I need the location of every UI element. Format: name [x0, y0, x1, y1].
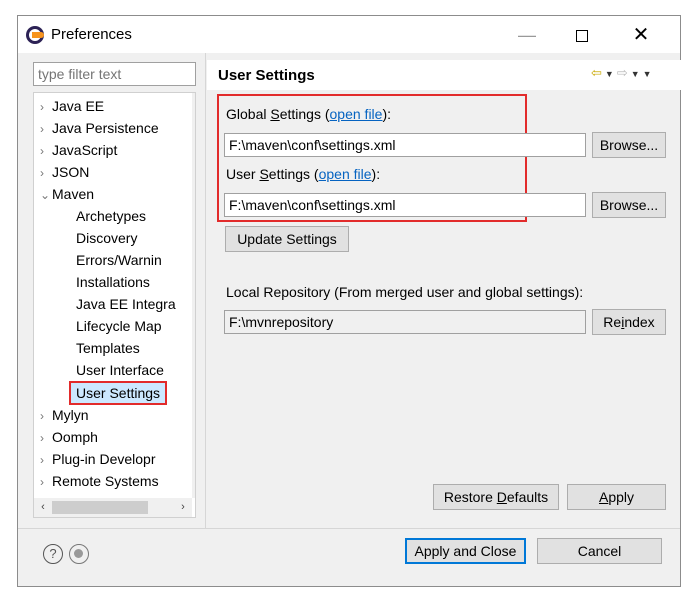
scroll-down-icon[interactable]: ˅: [192, 481, 195, 498]
preferences-window: Preferences — ✕ ›Java EE ›Java Persisten…: [17, 15, 681, 587]
tree-item-java-persistence[interactable]: › Java Persistence: [40, 117, 159, 139]
tree-vertical-scrollbar[interactable]: ˄ ˅: [192, 93, 196, 498]
user-open-file-link[interactable]: open file: [319, 166, 372, 182]
tree-item-maven[interactable]: ⌄ Maven: [40, 183, 94, 205]
tree-horizontal-scrollbar[interactable]: ‹ ›: [34, 498, 192, 517]
global-settings-field[interactable]: F:\maven\conf\settings.xml: [224, 133, 586, 157]
global-settings-label: Global Settings (open file):: [226, 106, 392, 122]
restore-defaults-button[interactable]: Restore Defaults: [433, 484, 559, 510]
tree-item-user-settings[interactable]: User Settings: [69, 381, 168, 405]
window-title: Preferences: [51, 26, 132, 43]
tree-item-lifecycle-mappings[interactable]: Lifecycle Map: [76, 315, 162, 337]
chevron-right-icon: ›: [40, 409, 44, 423]
close-button[interactable]: ✕: [618, 20, 664, 50]
back-dropdown-icon[interactable]: ▼: [605, 69, 617, 79]
user-settings-field[interactable]: F:\maven\conf\settings.xml: [224, 193, 586, 217]
tree-item-mylyn[interactable]: › Mylyn: [40, 404, 89, 426]
page-title: User Settings: [218, 67, 315, 84]
tree-item-installations[interactable]: Installations: [76, 271, 150, 293]
preference-tree: › Java EE › Java Persistence › JavaScript ›…: [33, 92, 196, 518]
scroll-up-icon[interactable]: ˄: [192, 93, 195, 110]
update-settings-button[interactable]: Update Settings: [225, 226, 349, 252]
cancel-button[interactable]: Cancel: [537, 538, 662, 564]
back-icon[interactable]: ⇦: [591, 65, 605, 80]
tree-item-discovery[interactable]: Discovery: [76, 227, 137, 249]
tree-item-templates[interactable]: Templates: [76, 337, 140, 359]
minimize-button[interactable]: —: [504, 20, 550, 50]
maximize-icon: [576, 30, 588, 43]
user-settings-label: User Settings (open file):: [226, 166, 381, 182]
chevron-right-icon: ›: [40, 166, 44, 180]
filter-input[interactable]: [33, 62, 196, 86]
chevron-right-icon: ›: [40, 122, 44, 136]
local-repository-field[interactable]: F:\mvnrepository: [224, 310, 586, 334]
page-header: User Settings ⇦▼⇨▼▼: [207, 60, 681, 90]
tree-item-plugin-development[interactable]: › Plug-in Developr: [40, 448, 156, 470]
scroll-right-icon[interactable]: ›: [174, 498, 192, 517]
tree-item-errors-warnings[interactable]: Errors/Warnin: [76, 249, 162, 271]
browse-user-button[interactable]: Browse...: [592, 192, 666, 218]
local-repository-label: Local Repository (From merged user and g…: [226, 284, 584, 300]
scroll-thumb[interactable]: [52, 501, 148, 514]
apply-and-close-button[interactable]: Apply and Close: [405, 538, 526, 564]
scroll-thumb[interactable]: [195, 203, 196, 393]
tree-item-archetypes[interactable]: Archetypes: [76, 205, 146, 227]
tree-item-remote-systems[interactable]: › Remote Systems: [40, 470, 159, 492]
apply-button[interactable]: Apply: [567, 484, 666, 510]
scroll-left-icon[interactable]: ‹: [34, 498, 52, 517]
chevron-right-icon: ›: [40, 431, 44, 445]
tree-item-javascript[interactable]: › JavaScript: [40, 139, 117, 161]
tree-item-java-ee[interactable]: › Java EE: [40, 95, 104, 117]
chevron-right-icon: ›: [40, 144, 44, 158]
title-bar: Preferences — ✕: [18, 16, 680, 53]
browse-global-button[interactable]: Browse...: [592, 132, 666, 158]
record-icon[interactable]: [69, 544, 89, 564]
tree-item-json[interactable]: › JSON: [40, 161, 89, 183]
tree-item-java-ee-integration[interactable]: Java EE Integra: [76, 293, 176, 315]
forward-dropdown-icon[interactable]: ▼: [631, 69, 643, 79]
tree-item-user-interface[interactable]: User Interface: [76, 359, 164, 381]
chevron-down-icon: ⌄: [40, 188, 51, 202]
eclipse-icon: [26, 26, 44, 44]
view-menu-icon[interactable]: ▼: [643, 69, 655, 79]
chevron-right-icon: ›: [40, 453, 44, 467]
reindex-button[interactable]: Reindex: [592, 309, 666, 335]
history-navigation: ⇦▼⇨▼▼: [591, 65, 655, 81]
tree-item-oomph[interactable]: › Oomph: [40, 426, 98, 448]
maximize-button[interactable]: [559, 20, 605, 50]
chevron-right-icon: ›: [40, 100, 44, 114]
global-open-file-link[interactable]: open file: [330, 106, 383, 122]
pane-divider[interactable]: [205, 53, 206, 528]
chevron-right-icon: ›: [40, 475, 44, 489]
help-icon[interactable]: ?: [43, 544, 63, 564]
forward-icon[interactable]: ⇨: [617, 65, 631, 80]
footer-separator: [18, 528, 680, 529]
